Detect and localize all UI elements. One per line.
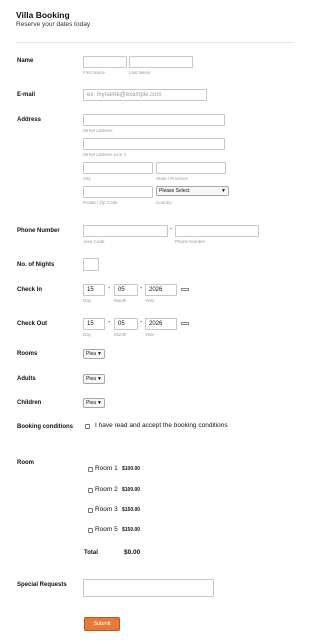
room-price: $100.00 (122, 466, 141, 472)
booking-conditions-label: Booking conditions (17, 424, 73, 430)
day-sublabel: Day (83, 298, 92, 303)
total-label: Total (84, 550, 98, 556)
form-title: Villa Booking (16, 10, 70, 20)
postal-code-sublabel: Postal / Zip Code (83, 200, 118, 205)
date-dash: - (108, 319, 111, 326)
booking-conditions-checkbox[interactable] (85, 424, 90, 429)
nights-label: No. of Nights (17, 262, 55, 268)
check-out-day-input[interactable]: 15 (83, 318, 105, 330)
room-name: Room 1 (95, 465, 118, 472)
email-label: E-mail (17, 92, 36, 98)
submit-button[interactable]: Submit (84, 617, 120, 631)
phone-dash: - (170, 226, 173, 233)
state-input[interactable] (156, 162, 226, 174)
country-select-value: Please Select (159, 188, 190, 194)
children-select-value: Plea (86, 400, 97, 406)
phone-number-input[interactable] (175, 225, 259, 237)
area-code-input[interactable] (83, 225, 168, 237)
rooms-label: Rooms (17, 351, 38, 357)
name-label: Name (17, 58, 34, 64)
check-out-year-input[interactable]: 2026 (145, 318, 177, 330)
country-sublabel: Country (156, 200, 172, 205)
phone-number-sublabel: Phone Number (175, 239, 206, 244)
street-address-2-input[interactable] (83, 138, 225, 150)
street-address-input[interactable] (83, 114, 225, 126)
room-price: $150.00 (122, 507, 141, 513)
adults-select-value: Plea (86, 376, 97, 382)
form-subtitle: Reserve your dates today (16, 21, 91, 28)
room-name: Room 3 (95, 506, 118, 513)
chevron-down-icon: ▼ (97, 400, 102, 406)
email-input[interactable]: ex: myname@example.com (83, 89, 207, 101)
room-price: $150.00 (122, 527, 141, 533)
special-requests-textarea[interactable] (83, 579, 214, 597)
last-name-input[interactable] (129, 56, 193, 68)
children-select[interactable]: Plea ▼ (83, 398, 105, 408)
year-sublabel: Year (145, 298, 155, 303)
phone-label: Phone Number (17, 228, 60, 234)
area-code-sublabel: Area Code (83, 239, 105, 244)
room-name: Room 5 (95, 526, 118, 533)
special-requests-label: Special Requests (17, 582, 67, 588)
room-price: $100.00 (122, 487, 141, 493)
check-in-year-input[interactable]: 2026 (145, 284, 177, 296)
rooms-select-value: Plea (86, 351, 97, 357)
calendar-icon[interactable] (181, 322, 189, 325)
total-value: $0.00 (124, 549, 141, 556)
adults-select[interactable]: Plea ▼ (83, 374, 105, 384)
address-label: Address (17, 117, 42, 123)
month-sublabel: Month (114, 332, 127, 337)
date-dash: - (108, 285, 111, 292)
street-address-2-sublabel: Street Address Line 2 (83, 152, 127, 157)
day-sublabel: Day (83, 332, 92, 337)
date-dash: - (140, 285, 143, 292)
calendar-icon[interactable] (181, 288, 189, 291)
first-name-input[interactable] (83, 56, 127, 68)
chevron-down-icon: ▼ (97, 376, 102, 382)
year-sublabel: Year (145, 332, 155, 337)
room-checkbox[interactable] (88, 508, 93, 513)
last-name-sublabel: Last Name (129, 70, 151, 75)
date-dash: - (140, 319, 143, 326)
check-in-month-input[interactable]: 05 (114, 284, 138, 296)
check-in-day-input[interactable]: 15 (83, 284, 105, 296)
booking-conditions-text: I have read and accept the booking condi… (95, 422, 228, 429)
room-checkbox[interactable] (88, 467, 93, 472)
rooms-select[interactable]: Plea ▼ (83, 349, 105, 359)
first-name-sublabel: First Name (83, 70, 106, 75)
room-name: Room 2 (95, 486, 118, 493)
country-select[interactable]: Please Select ▼ (156, 186, 229, 196)
nights-input[interactable] (83, 258, 99, 271)
room-label: Room (17, 460, 34, 466)
city-input[interactable] (83, 162, 153, 174)
check-in-label: Check In (17, 287, 43, 293)
chevron-down-icon: ▼ (97, 351, 102, 357)
street-address-sublabel: Street Address (83, 128, 113, 133)
chevron-down-icon: ▼ (221, 188, 226, 194)
children-label: Children (17, 400, 42, 406)
room-checkbox[interactable] (88, 528, 93, 533)
check-out-month-input[interactable]: 05 (114, 318, 138, 330)
check-out-label: Check Out (17, 321, 48, 327)
city-sublabel: City (83, 176, 91, 181)
header-divider (16, 42, 294, 43)
adults-label: Adults (17, 376, 36, 382)
state-sublabel: State / Province (156, 176, 188, 181)
room-checkbox[interactable] (88, 488, 93, 493)
month-sublabel: Month (114, 298, 127, 303)
postal-code-input[interactable] (83, 186, 153, 198)
